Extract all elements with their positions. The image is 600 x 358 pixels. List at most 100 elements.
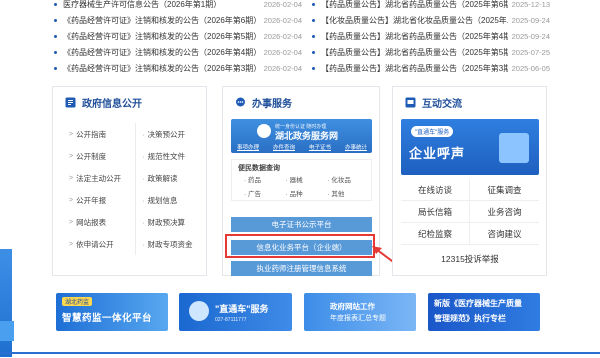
floating-side-tab[interactable] bbox=[0, 321, 14, 341]
gov-link-label[interactable]: 公开年报 bbox=[76, 195, 106, 206]
news-title[interactable]: 【化妆品质量公告】湖北省化妆品质量公告（2025年... bbox=[321, 15, 508, 26]
gov-link[interactable]: > 法定主动公开 bbox=[61, 167, 131, 189]
news-title[interactable]: 《药品经营许可证》注销和核发的公告（2026年第5期） bbox=[63, 31, 260, 42]
gov-link-label[interactable]: 决策预公开 bbox=[148, 129, 186, 140]
news-item[interactable]: 【药品质量公告】湖北省药品质量公告（2025年第3期） 2025-06-05 bbox=[310, 60, 550, 76]
interaction-link[interactable]: 征集调查 bbox=[470, 179, 539, 201]
bullet-icon bbox=[312, 2, 315, 6]
gmp-column-banner[interactable]: 新版《医疗器械生产质量 管理规范》执行专栏 bbox=[428, 293, 540, 331]
news-item[interactable]: 《药品经营许可证》注销和核发的公告（2026年第4期） 2026-02-04 bbox=[52, 44, 302, 60]
news-item[interactable]: 【药品质量公告】湖北省药品质量公告（2025年第4期） 2025-09-24 bbox=[310, 28, 550, 44]
banner-text: 政府网站工作 bbox=[330, 302, 375, 311]
gov-link-label[interactable]: 规划信息 bbox=[148, 195, 178, 206]
interaction-link[interactable]: 纪检监察 bbox=[401, 223, 470, 245]
gov-link[interactable]: > 公开年报 bbox=[61, 189, 131, 211]
news-title[interactable]: 《药品经营许可证》注销和核发的公告（2026年第3期） bbox=[63, 63, 260, 74]
news-item[interactable]: 【药品质量公告】湖北省药品质量公告（2025年第5期） 2025-07-25 bbox=[310, 44, 550, 60]
gov-link-label[interactable]: 政策解读 bbox=[148, 173, 178, 184]
banner-link[interactable]: 办事统计 bbox=[345, 143, 367, 151]
gov-link-label[interactable]: 网站报表 bbox=[76, 217, 106, 228]
interaction-link[interactable]: 在线访谈 bbox=[401, 179, 470, 201]
query-grid: · 药品 · 器械 · 化妆品 · 广告 · 品种 · 其他 bbox=[244, 174, 369, 198]
hubei-gov-service-banner[interactable]: 统一身份认证 随时办理 湖北政务服务网 事项办理 办件查询 电子证书 办事统计 bbox=[231, 119, 372, 153]
chevron-right-icon: > bbox=[69, 218, 74, 226]
divider bbox=[0, 352, 600, 354]
query-title: 便民数据查询 bbox=[238, 165, 280, 172]
gov-link-label[interactable]: 依申请公开 bbox=[76, 239, 114, 250]
gov-link[interactable]: · 政策解读 bbox=[142, 167, 205, 189]
service-header: 办事服务 bbox=[223, 87, 379, 117]
gov-info-title: 政府信息公开 bbox=[82, 98, 142, 110]
document-icon bbox=[65, 97, 76, 107]
gov-link[interactable]: > 公开指南 bbox=[61, 123, 131, 145]
smart-regulation-banner[interactable]: 湖北药监 智慧药监一体化平台 bbox=[56, 293, 168, 331]
query-item[interactable]: · 其他 bbox=[327, 188, 369, 198]
news-title[interactable]: 【药品质量公告】湖北省药品质量公告（2025年第6期） bbox=[321, 0, 508, 10]
news-item[interactable]: 《药品经营许可证》注销和核发的公告（2026年第3期） 2026-02-04 bbox=[52, 60, 302, 76]
interaction-link[interactable]: 局长信箱 bbox=[401, 201, 470, 223]
news-date: 2025-12-13 bbox=[511, 0, 550, 9]
news-item[interactable]: 《药品经营许可证》注销和核发的公告（2026年第6期） 2026-02-04 bbox=[52, 12, 302, 28]
dot-icon: · bbox=[142, 151, 145, 161]
news-title[interactable]: 【药品质量公告】湖北省药品质量公告（2025年第3期） bbox=[321, 63, 508, 74]
interaction-link[interactable]: 咨询建议 bbox=[470, 223, 539, 245]
bullet-icon bbox=[312, 18, 315, 22]
news-title[interactable]: 《药品经营许可证》注销和核发的公告（2026年第6期） bbox=[63, 15, 260, 26]
gov-link[interactable]: > 依申请公开 bbox=[61, 233, 131, 255]
interaction-panel: 互动交流 "直通车"服务 企业呼声 在线访谈 征集调查 局长信箱 业务咨询 纪检… bbox=[392, 86, 547, 276]
website-report-banner[interactable]: 政府网站工作 年度报表汇总专题 bbox=[304, 293, 416, 331]
news-title[interactable]: 《药品经营许可证》注销和核发的公告（2026年第4期） bbox=[63, 47, 260, 58]
gov-link[interactable]: · 决策预公开 bbox=[142, 123, 205, 145]
laptop-icon bbox=[499, 133, 529, 163]
e-certificate-button[interactable]: 电子证书公示平台 bbox=[231, 217, 372, 232]
news-date: 2026-02-04 bbox=[263, 15, 302, 25]
gov-link[interactable]: > 公开制度 bbox=[61, 145, 131, 167]
gov-link-label[interactable]: 财政预决算 bbox=[148, 217, 186, 228]
query-item[interactable]: · 化妆品 bbox=[327, 174, 369, 184]
bullet-icon bbox=[312, 66, 315, 70]
gov-link-label[interactable]: 财政专项资金 bbox=[148, 239, 193, 250]
gov-link-label[interactable]: 法定主动公开 bbox=[76, 173, 121, 184]
emblem-icon bbox=[257, 124, 271, 138]
gov-link[interactable]: > 网站报表 bbox=[61, 211, 131, 233]
gov-link[interactable]: · 规范性文件 bbox=[142, 145, 205, 167]
banner-subtext: 年度报表汇总专题 bbox=[330, 315, 386, 322]
news-item[interactable]: 【药品质量公告】湖北省药品质量公告（2025年第6期） 2025-12-13 bbox=[310, 0, 550, 12]
complaint-hotline-link[interactable]: 12315投诉举报 bbox=[401, 249, 539, 269]
direct-service-banner[interactable]: "直通车"服务 027-87111777 bbox=[179, 293, 292, 331]
interaction-link[interactable]: 业务咨询 bbox=[470, 201, 539, 223]
bullet-icon bbox=[54, 34, 57, 38]
banner-link[interactable]: 办件查询 bbox=[273, 143, 295, 151]
banner-text: "直通车"服务 bbox=[215, 304, 269, 314]
news-list-right: 【药品质量公告】湖北省药品质量公告（2025年第6期） 2025-12-13 【化… bbox=[310, 0, 550, 76]
gov-link-label[interactable]: 公开制度 bbox=[76, 151, 106, 162]
query-item[interactable]: · 品种 bbox=[286, 188, 328, 198]
bullet-icon bbox=[54, 50, 57, 54]
dot-icon: · bbox=[142, 217, 145, 227]
gov-link[interactable]: · 财政预决算 bbox=[142, 211, 205, 233]
news-title[interactable]: 医疗器械生产许可信息公告（2026年第1期） bbox=[63, 0, 260, 10]
query-item[interactable]: · 广告 bbox=[244, 188, 286, 198]
pharmacist-system-button[interactable]: 执业药师注册管理信息系统 bbox=[231, 261, 372, 276]
enterprise-voice-banner[interactable]: "直通车"服务 企业呼声 bbox=[401, 119, 539, 175]
gov-link[interactable]: · 规划信息 bbox=[142, 189, 205, 211]
person-icon bbox=[189, 301, 209, 321]
news-date: 2026-02-04 bbox=[263, 47, 302, 57]
banner-link[interactable]: 电子证书 bbox=[309, 143, 331, 151]
news-item[interactable]: 【化妆品质量公告】湖北省化妆品质量公告（2025年... 2025-09-24 bbox=[310, 12, 550, 28]
news-title[interactable]: 【药品质量公告】湖北省药品质量公告（2025年第4期） bbox=[321, 31, 508, 42]
gov-link-label[interactable]: 公开指南 bbox=[76, 129, 106, 140]
gov-link[interactable]: · 财政专项资金 bbox=[142, 233, 205, 255]
promo-text: 企业呼声 bbox=[409, 146, 466, 161]
banner-link[interactable]: 事项办理 bbox=[237, 143, 259, 151]
query-item[interactable]: · 器械 bbox=[286, 174, 328, 184]
news-list-left: 医疗器械生产许可信息公告（2026年第1期） 2026-02-04 《药品经营许可… bbox=[52, 0, 302, 76]
news-item[interactable]: 《药品经营许可证》注销和核发的公告（2026年第5期） 2026-02-04 bbox=[52, 28, 302, 44]
banner-text: 新版《医疗器械生产质量 bbox=[434, 299, 522, 308]
news-item[interactable]: 医疗器械生产许可信息公告（2026年第1期） 2026-02-04 bbox=[52, 0, 302, 12]
query-item[interactable]: · 药品 bbox=[244, 174, 286, 184]
news-title[interactable]: 【药品质量公告】湖北省药品质量公告（2025年第5期） bbox=[321, 47, 508, 58]
gov-link-label[interactable]: 规范性文件 bbox=[148, 151, 186, 162]
dot-icon: · bbox=[142, 173, 145, 183]
news-date: 2025-09-24 bbox=[511, 15, 550, 25]
